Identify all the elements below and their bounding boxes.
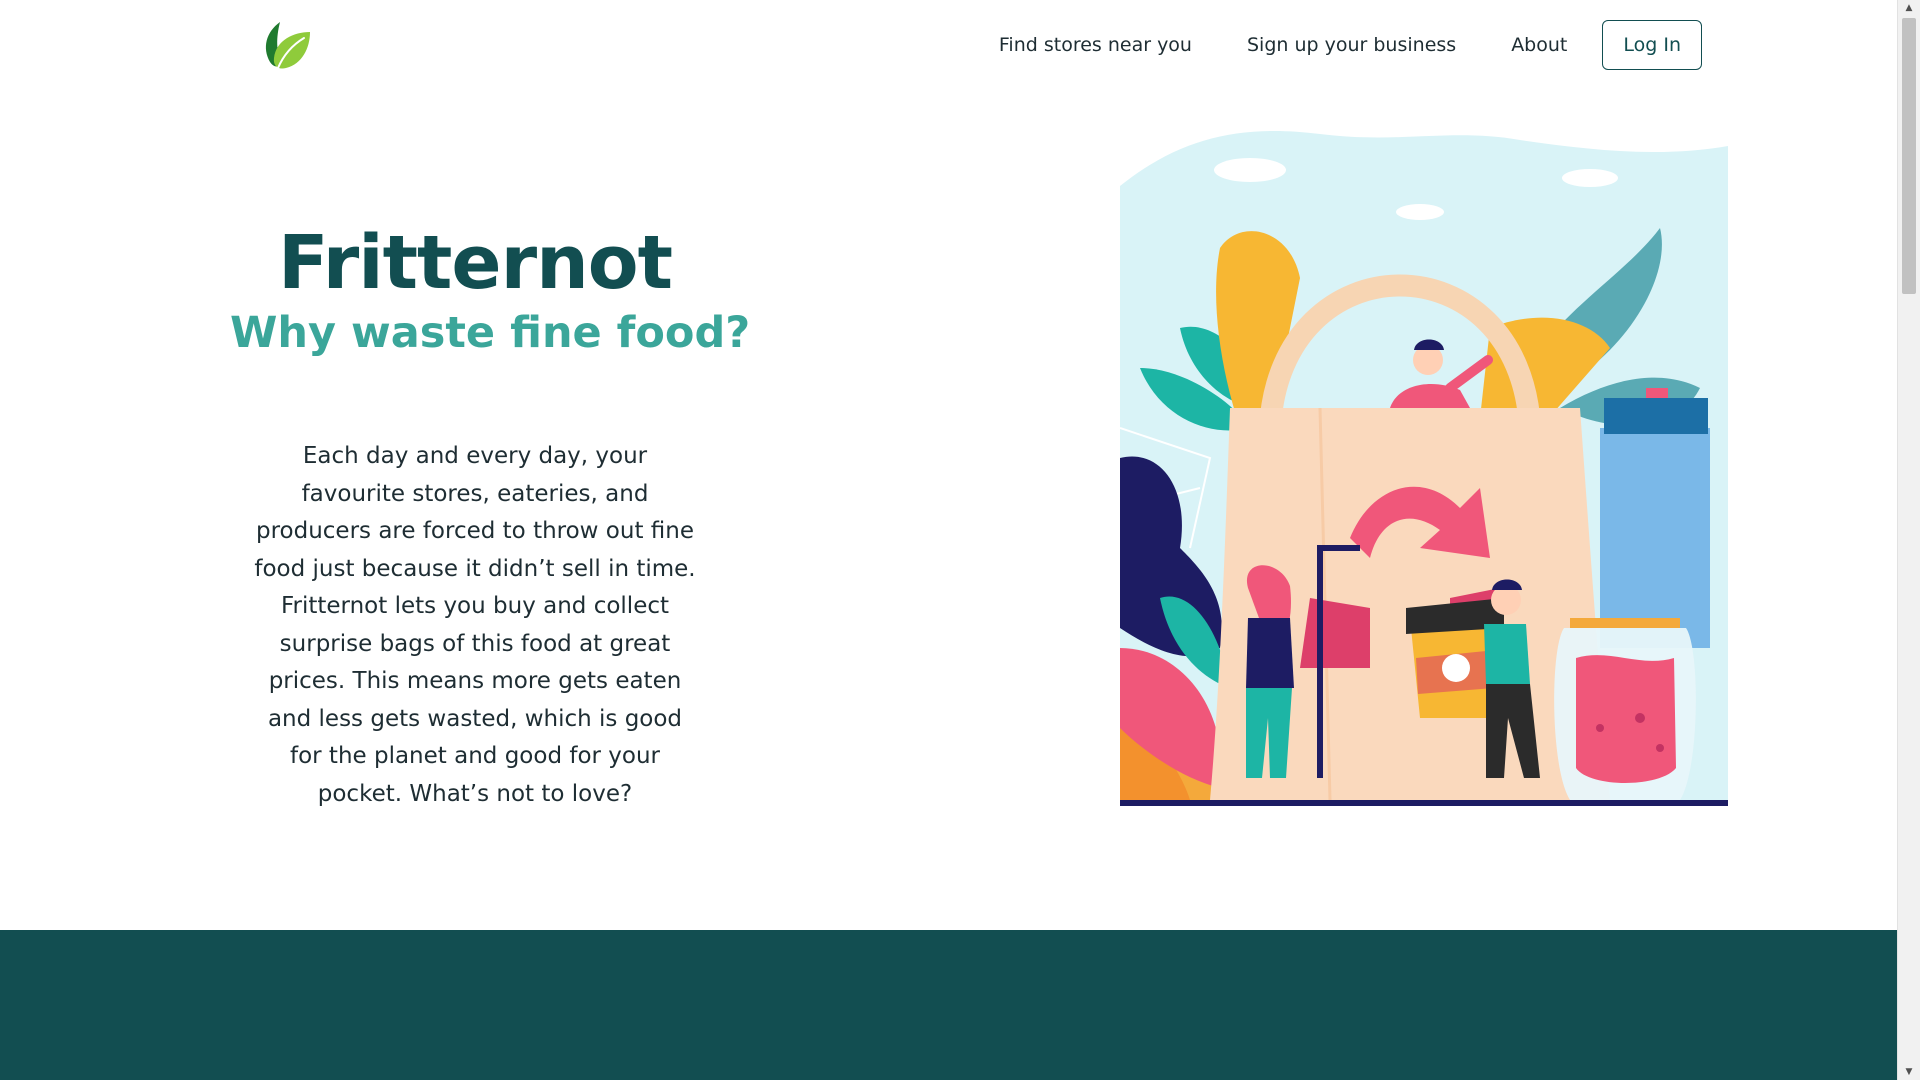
hero-text: Fritternot Why waste fine food? Each day… [230, 220, 751, 813]
hero-subtitle: Why waste fine food? [230, 308, 751, 358]
nav-find-stores[interactable]: Find stores near you [999, 34, 1192, 56]
main-nav: Find stores near you Sign up your busine… [944, 20, 1702, 70]
scroll-thumb[interactable] [1902, 18, 1916, 294]
nav-about[interactable]: About [1511, 34, 1567, 56]
hero-description: Each day and every day, your favourite s… [254, 443, 696, 807]
login-button[interactable]: Log In [1602, 20, 1702, 70]
scroll-up-icon[interactable]: ▲ [1898, 0, 1920, 16]
nav-sign-up-business[interactable]: Sign up your business [1247, 34, 1456, 56]
footer-band [0, 930, 1898, 1080]
vertical-scrollbar[interactable]: ▲ ▼ [1897, 0, 1920, 1080]
hero-title: Fritternot [277, 220, 673, 306]
shopping-bag-illustration [1119, 128, 1728, 806]
scroll-down-icon[interactable]: ▼ [1898, 1064, 1920, 1080]
top-navbar: Find stores near you Sign up your busine… [0, 0, 1898, 90]
page: Find stores near you Sign up your busine… [0, 0, 1920, 1080]
leaf-logo-icon[interactable] [258, 18, 314, 74]
